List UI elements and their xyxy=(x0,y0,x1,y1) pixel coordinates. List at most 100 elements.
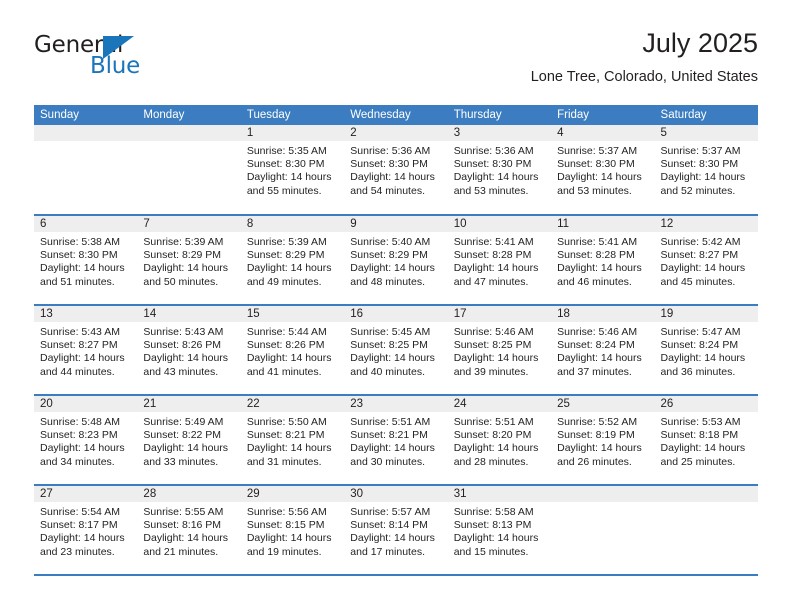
day-cell-inner: 18 Sunrise: 5:46 AM Sunset: 8:24 PM Dayligh… xyxy=(551,306,655,394)
calendar-day-cell[interactable]: 9 Sunrise: 5:40 AM Sunset: 8:29 PM Daylight… xyxy=(344,215,448,306)
weekday-header-row: Sunday Monday Tuesday Wednesday Thursday… xyxy=(34,105,758,125)
calendar-week-row: 13 Sunrise: 5:43 AM Sunset: 8:27 PM Dayligh… xyxy=(34,305,758,396)
day-detail-lines: Sunrise: 5:51 AM Sunset: 8:21 PM Daylight:… xyxy=(344,412,447,469)
daylight-text: Daylight: 14 hours xyxy=(246,352,332,365)
daylight-text: and 43 minutes. xyxy=(143,365,219,378)
day-number: 15 xyxy=(240,306,345,322)
day-cell-inner: 16 Sunrise: 5:45 AM Sunset: 8:25 PM Dayligh… xyxy=(344,306,448,394)
daylight-text: and 47 minutes. xyxy=(453,275,529,288)
day-number: 17 xyxy=(447,306,552,322)
day-detail-lines: Sunrise: 5:55 AM Sunset: 8:16 PM Daylight:… xyxy=(137,502,240,559)
daylight-text: Daylight: 14 hours xyxy=(350,262,435,275)
sunset-text: Sunset: 8:29 PM xyxy=(350,249,428,262)
calendar-day-cell[interactable]: 1 Sunrise: 5:35 AM Sunset: 8:30 PM Daylight… xyxy=(240,125,345,216)
calendar-day-cell[interactable]: 18 Sunrise: 5:46 AM Sunset: 8:24 PM Dayligh… xyxy=(551,305,655,396)
calendar-day-cell[interactable]: 4 Sunrise: 5:37 AM Sunset: 8:30 PM Daylight… xyxy=(551,125,655,216)
calendar-day-cell[interactable]: 15 Sunrise: 5:44 AM Sunset: 8:26 PM Dayligh… xyxy=(240,305,345,396)
sunset-text: Sunset: 8:28 PM xyxy=(557,249,635,262)
calendar-week-row: 1 Sunrise: 5:35 AM Sunset: 8:30 PM Daylight… xyxy=(34,125,758,216)
daylight-text: and 46 minutes. xyxy=(557,275,632,288)
daylight-text: and 26 minutes. xyxy=(557,455,632,468)
sunrise-text: Sunrise: 5:56 AM xyxy=(246,506,327,518)
calendar-day-cell[interactable]: 16 Sunrise: 5:45 AM Sunset: 8:25 PM Dayligh… xyxy=(344,305,448,396)
sunset-text: Sunset: 8:25 PM xyxy=(453,339,532,352)
calendar-day-cell[interactable]: 21 Sunrise: 5:49 AM Sunset: 8:22 PM Dayligh… xyxy=(137,395,241,486)
calendar-day-cell[interactable]: 11 Sunrise: 5:41 AM Sunset: 8:28 PM Dayligh… xyxy=(551,215,655,306)
general-blue-logo[interactable]: General Blue xyxy=(34,32,274,88)
day-detail-lines: Sunrise: 5:52 AM Sunset: 8:19 PM Daylight:… xyxy=(551,412,654,469)
calendar-page: General Blue July 2025 Lone Tree, Colora… xyxy=(0,0,792,612)
day-number: 31 xyxy=(447,486,552,502)
calendar-day-cell[interactable]: 29 Sunrise: 5:56 AM Sunset: 8:15 PM Dayligh… xyxy=(240,485,345,576)
day-cell-inner xyxy=(34,125,138,214)
day-cell-inner: 24 Sunrise: 5:51 AM Sunset: 8:20 PM Dayligh… xyxy=(447,396,552,484)
calendar-day-cell[interactable]: 5 Sunrise: 5:37 AM Sunset: 8:30 PM Daylight… xyxy=(654,125,758,216)
day-detail-lines: Sunrise: 5:45 AM Sunset: 8:25 PM Daylight:… xyxy=(344,322,447,379)
day-cell-inner xyxy=(551,486,655,574)
daylight-text: Daylight: 14 hours xyxy=(660,171,746,184)
calendar-day-cell[interactable]: 6 Sunrise: 5:38 AM Sunset: 8:30 PM Daylight… xyxy=(34,215,138,306)
calendar-day-cell[interactable]: 20 Sunrise: 5:48 AM Sunset: 8:23 PM Dayligh… xyxy=(34,395,138,486)
day-cell-inner: 25 Sunrise: 5:52 AM Sunset: 8:19 PM Dayligh… xyxy=(551,396,655,484)
daylight-text: and 23 minutes. xyxy=(40,545,115,558)
weekday-header-sunday: Sunday xyxy=(34,105,138,125)
weekday-header-wednesday: Wednesday xyxy=(344,105,448,125)
calendar-day-cell[interactable]: 10 Sunrise: 5:41 AM Sunset: 8:28 PM Dayligh… xyxy=(447,215,552,306)
daylight-text: Daylight: 14 hours xyxy=(246,262,332,275)
calendar-day-cell[interactable]: 23 Sunrise: 5:51 AM Sunset: 8:21 PM Dayligh… xyxy=(344,395,448,486)
day-cell-inner: 13 Sunrise: 5:43 AM Sunset: 8:27 PM Dayligh… xyxy=(34,306,138,394)
calendar-day-cell[interactable]: 30 Sunrise: 5:57 AM Sunset: 8:14 PM Dayligh… xyxy=(344,485,448,576)
day-number: 14 xyxy=(137,306,241,322)
day-detail-lines xyxy=(551,502,654,506)
calendar-day-cell[interactable]: 31 Sunrise: 5:58 AM Sunset: 8:13 PM Dayligh… xyxy=(447,485,552,576)
calendar-day-cell[interactable]: 26 Sunrise: 5:53 AM Sunset: 8:18 PM Dayligh… xyxy=(654,395,758,486)
sunrise-text: Sunrise: 5:55 AM xyxy=(143,506,224,518)
day-number: 20 xyxy=(34,396,138,412)
daylight-text: Daylight: 14 hours xyxy=(350,352,435,365)
day-cell-inner: 19 Sunrise: 5:47 AM Sunset: 8:24 PM Dayligh… xyxy=(654,306,758,394)
sunset-text: Sunset: 8:27 PM xyxy=(660,249,739,262)
calendar-day-cell[interactable]: 14 Sunrise: 5:43 AM Sunset: 8:26 PM Dayligh… xyxy=(137,305,241,396)
calendar-day-cell[interactable]: 13 Sunrise: 5:43 AM Sunset: 8:27 PM Dayligh… xyxy=(34,305,138,396)
day-detail-lines: Sunrise: 5:49 AM Sunset: 8:22 PM Daylight:… xyxy=(137,412,240,469)
daylight-text: Daylight: 14 hours xyxy=(557,442,642,455)
sunset-text: Sunset: 8:13 PM xyxy=(453,519,532,532)
day-number: 21 xyxy=(137,396,241,412)
day-number: 5 xyxy=(654,125,758,141)
calendar-day-cell[interactable]: 19 Sunrise: 5:47 AM Sunset: 8:24 PM Dayligh… xyxy=(654,305,758,396)
daylight-text: Daylight: 14 hours xyxy=(143,442,229,455)
daylight-text: Daylight: 14 hours xyxy=(453,352,539,365)
daylight-text: and 41 minutes. xyxy=(246,365,322,378)
daylight-text: and 36 minutes. xyxy=(660,365,736,378)
sunrise-text: Sunrise: 5:50 AM xyxy=(246,416,327,428)
calendar-day-cell[interactable]: 24 Sunrise: 5:51 AM Sunset: 8:20 PM Dayligh… xyxy=(447,395,552,486)
day-detail-lines: Sunrise: 5:54 AM Sunset: 8:17 PM Daylight:… xyxy=(34,502,137,559)
day-cell-inner: 31 Sunrise: 5:58 AM Sunset: 8:13 PM Dayligh… xyxy=(447,486,552,574)
daylight-text: Daylight: 14 hours xyxy=(246,532,332,545)
calendar-day-cell[interactable]: 28 Sunrise: 5:55 AM Sunset: 8:16 PM Dayligh… xyxy=(137,485,241,576)
calendar-day-cell[interactable]: 2 Sunrise: 5:36 AM Sunset: 8:30 PM Daylight… xyxy=(344,125,448,216)
calendar-day-cell[interactable]: 12 Sunrise: 5:42 AM Sunset: 8:27 PM Dayligh… xyxy=(654,215,758,306)
day-number: 3 xyxy=(447,125,552,141)
calendar-day-cell[interactable]: 27 Sunrise: 5:54 AM Sunset: 8:17 PM Dayligh… xyxy=(34,485,138,576)
weekday-header-thursday: Thursday xyxy=(447,105,552,125)
calendar-day-cell[interactable]: 25 Sunrise: 5:52 AM Sunset: 8:19 PM Dayligh… xyxy=(551,395,655,486)
day-cell-inner xyxy=(137,125,241,214)
calendar-day-cell[interactable]: 8 Sunrise: 5:39 AM Sunset: 8:29 PM Daylight… xyxy=(240,215,345,306)
sunrise-text: Sunrise: 5:36 AM xyxy=(453,145,534,157)
sunset-text: Sunset: 8:18 PM xyxy=(660,429,739,442)
day-number: 7 xyxy=(137,216,241,232)
calendar-day-cell[interactable]: 3 Sunrise: 5:36 AM Sunset: 8:30 PM Daylight… xyxy=(447,125,552,216)
sunrise-text: Sunrise: 5:37 AM xyxy=(557,145,638,157)
daylight-text: and 52 minutes. xyxy=(660,184,736,197)
calendar-day-cell[interactable]: 7 Sunrise: 5:39 AM Sunset: 8:29 PM Daylight… xyxy=(137,215,241,306)
daylight-text: and 33 minutes. xyxy=(143,455,219,468)
calendar-day-cell[interactable]: 17 Sunrise: 5:46 AM Sunset: 8:25 PM Dayligh… xyxy=(447,305,552,396)
day-number: 26 xyxy=(654,396,758,412)
day-cell-inner: 30 Sunrise: 5:57 AM Sunset: 8:14 PM Dayligh… xyxy=(344,486,448,574)
daylight-text: and 45 minutes. xyxy=(660,275,736,288)
daylight-text: and 15 minutes. xyxy=(453,545,529,558)
calendar-day-cell[interactable]: 22 Sunrise: 5:50 AM Sunset: 8:21 PM Dayligh… xyxy=(240,395,345,486)
daylight-text: Daylight: 14 hours xyxy=(143,352,229,365)
daylight-text: and 28 minutes. xyxy=(453,455,529,468)
